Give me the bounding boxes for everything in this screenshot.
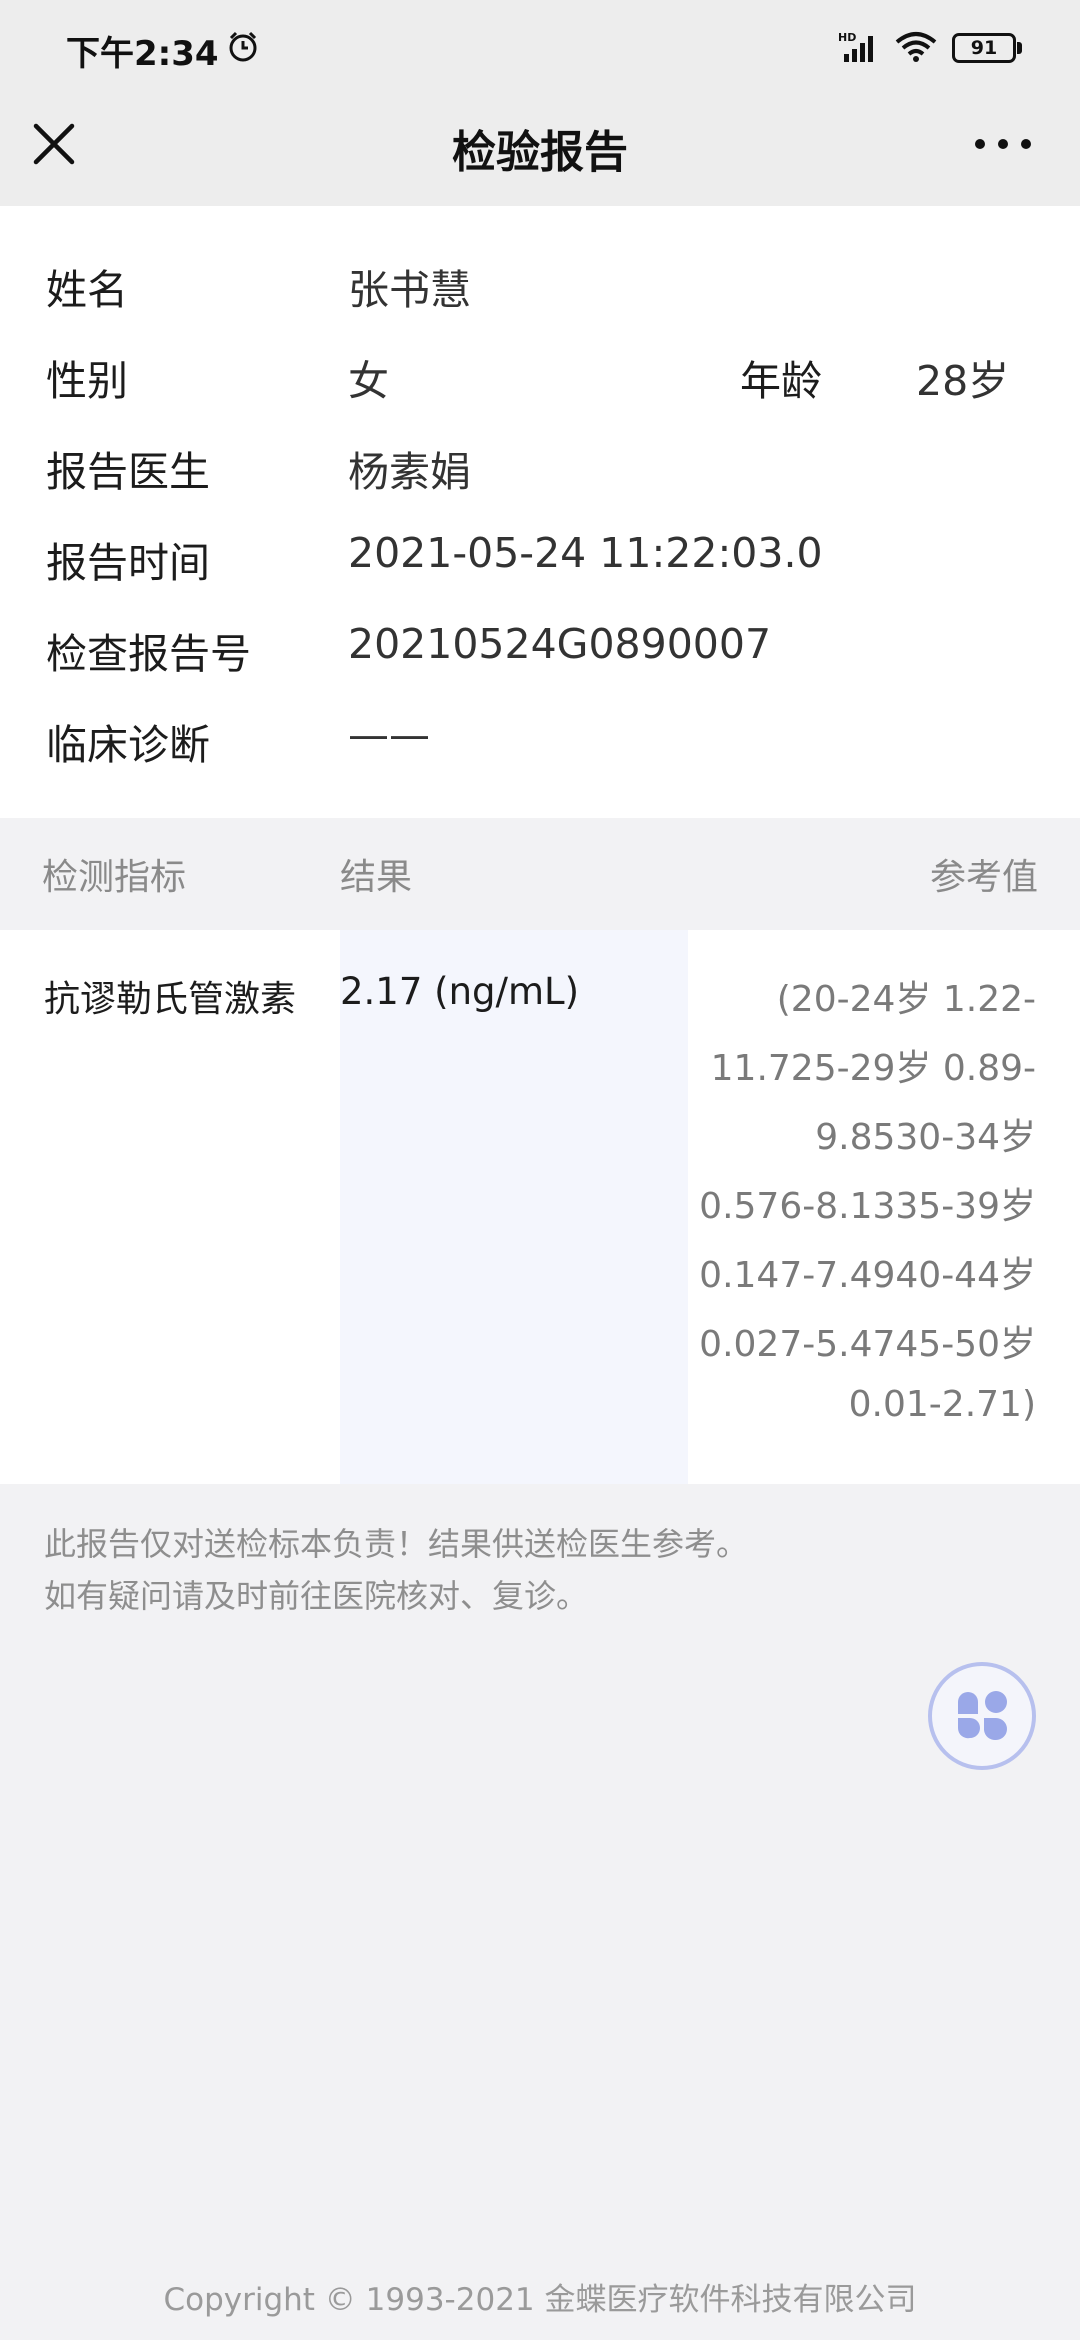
more-icon[interactable] xyxy=(972,126,1034,162)
report-time-label: 报告时间 xyxy=(46,539,210,587)
age-value: 28岁 xyxy=(916,357,1010,405)
title-bar: 检验报告 xyxy=(0,90,1080,206)
reference-line: 0.147-7.4940-44岁 xyxy=(699,1255,1036,1296)
notice-line-2: 如有疑问请及时前往医院核对、复诊。 xyxy=(44,1577,589,1615)
name-value: 张书慧 xyxy=(348,266,471,314)
clover-icon xyxy=(957,1691,1007,1741)
name-label: 姓名 xyxy=(46,266,128,314)
copyright-text: Copyright © 1993-2021 金蝶医疗软件科技有限公司 xyxy=(163,2282,917,2318)
reference-line: 0.01-2.71) xyxy=(848,1384,1036,1425)
status-time: 下午2:34 xyxy=(66,34,219,74)
battery-level: 91 xyxy=(952,33,1016,63)
floating-menu-button[interactable] xyxy=(928,1662,1036,1770)
battery-tip xyxy=(1017,42,1022,54)
alarm-icon xyxy=(229,31,257,62)
hd-signal-icon: HD xyxy=(838,31,873,62)
status-bar: 下午2:34 HD 91 xyxy=(0,0,1080,90)
age-label: 年龄 xyxy=(740,357,822,405)
column-header-indicator: 检测指标 xyxy=(42,857,187,898)
svg-text:HD: HD xyxy=(838,31,856,44)
reference-line: 0.576-8.1335-39岁 xyxy=(699,1186,1036,1227)
doctor-value: 杨素娟 xyxy=(348,448,471,496)
doctor-label: 报告医生 xyxy=(46,448,210,496)
report-notice: 此报告仅对送检标本负责！结果供送检医生参考。 如有疑问请及时前往医院核对、复诊。 xyxy=(44,1518,748,1622)
diagnosis-label: 临床诊断 xyxy=(46,721,210,769)
report-time-value: 2021-05-24 11:22:03.0 xyxy=(348,529,823,577)
patient-info-card: 姓名 张书慧 性别 女 年龄 28岁 报告医生 杨素娟 报告时间 2021-05… xyxy=(0,206,1080,818)
notice-line-1: 此报告仅对送检标本负责！结果供送检医生参考。 xyxy=(44,1525,749,1563)
battery-icon: 91 xyxy=(952,33,1022,63)
table-row: 抗谬勒氏管激素 2.17 (ng/mL) (20-24岁 1.22- 11.72… xyxy=(0,930,1080,1484)
diagnosis-value: —— xyxy=(348,711,430,759)
report-number-value: 20210524G0890007 xyxy=(348,620,772,668)
result-cell: 2.17 (ng/mL) xyxy=(340,930,688,1484)
result-value: 2.17 (ng/mL) xyxy=(340,970,580,1013)
page-title: 检验报告 xyxy=(452,127,628,178)
report-page: 下午2:34 HD 91 检验报告 姓名 张书慧 性别 女 年龄 28岁 报告医… xyxy=(0,0,1080,2340)
reference-line: 11.725-29岁 0.89- xyxy=(710,1048,1036,1089)
column-header-result: 结果 xyxy=(340,857,413,898)
reference-line: (20-24岁 1.22- xyxy=(776,979,1036,1020)
gender-label: 性别 xyxy=(46,357,128,405)
results-table-header: 检测指标 结果 参考值 xyxy=(0,848,1080,914)
column-header-reference: 参考值 xyxy=(929,857,1038,898)
reference-line: 0.027-5.4745-50岁 xyxy=(699,1324,1036,1365)
indicator-name: 抗谬勒氏管激素 xyxy=(44,979,297,1020)
gender-value: 女 xyxy=(348,357,389,405)
report-number-label: 检查报告号 xyxy=(46,630,251,678)
wifi-icon xyxy=(895,32,937,62)
indicator-cell: 抗谬勒氏管激素 xyxy=(0,930,340,1484)
reference-line: 9.8530-34岁 xyxy=(815,1117,1036,1158)
reference-cell: (20-24岁 1.22- 11.725-29岁 0.89- 9.8530-34… xyxy=(688,930,1080,1484)
